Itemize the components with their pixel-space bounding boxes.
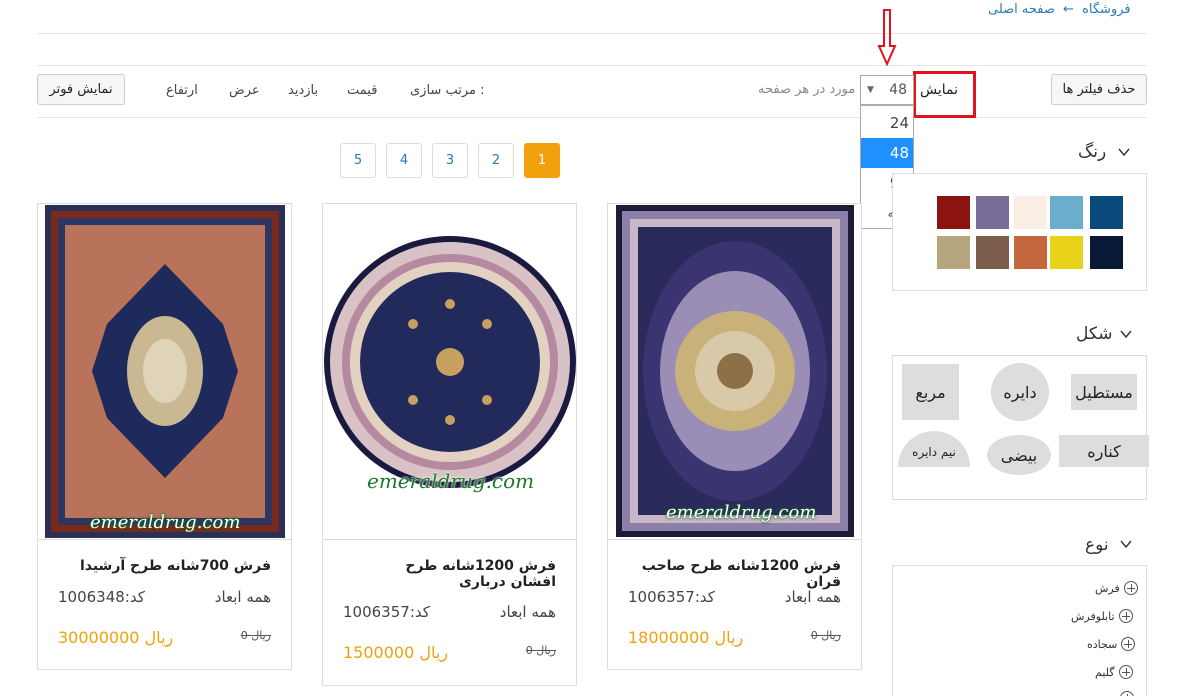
type-filter-title[interactable]: نوع [1085,535,1109,555]
color-swatch[interactable] [1050,196,1083,229]
show-footer-button[interactable]: نمایش فوتر [37,74,125,105]
annotation-arrow-icon [877,9,897,66]
color-filter-panel [892,173,1147,291]
per-page-suffix: مورد در هر صفحه [758,82,856,97]
page-button[interactable]: 5 [340,143,376,178]
divider [37,65,1147,66]
product-card[interactable]: emeraldrug.com فرش 1200شانه طرح افشان در… [322,203,577,686]
chevron-down-icon[interactable] [1120,538,1132,550]
chevron-down-icon: ▼ [867,85,874,95]
product-code: کد:1006357 [628,588,715,606]
type-item[interactable]: فرش [1095,581,1183,595]
product-old-price: 0 ریال [240,629,271,642]
color-swatch[interactable] [1014,236,1047,269]
per-page-value: 48 [889,82,907,98]
page-button[interactable]: 1 [524,143,560,178]
sort-option-width[interactable]: عرض [229,83,260,98]
breadcrumb: فروشگاه ← صفحه اصلی [988,2,1131,17]
sort-label: مرتب سازی : [410,83,485,98]
product-title[interactable]: فرش 700شانه طرح آرشیدا [51,558,271,574]
page-button[interactable]: 2 [478,143,514,178]
product-code: کد:1006357 [343,603,430,621]
product-dimensions: همه ابعاد [784,588,841,606]
color-swatch[interactable] [937,196,970,229]
divider [37,33,1147,34]
color-swatch[interactable] [1090,196,1123,229]
plus-icon[interactable] [1118,609,1133,623]
breadcrumb-arrow: ← [1063,2,1074,17]
breadcrumb-home[interactable]: صفحه اصلی [988,2,1055,17]
product-price: 30000000 ریال [58,628,174,647]
sort-option-views[interactable]: بازدید [288,83,318,98]
shape-square[interactable]: مربع [902,364,959,420]
type-item[interactable] [1120,691,1183,696]
type-item[interactable]: گلیم [1095,665,1183,679]
page-button[interactable]: 3 [432,143,468,178]
shape-runner[interactable]: کناره [1059,435,1149,467]
per-page-option[interactable]: 48 [861,138,913,168]
color-swatch[interactable] [937,236,970,269]
product-title[interactable]: فرش 1200شانه طرح افشان درباری [356,558,556,590]
type-item-label: گلیم [1095,665,1115,679]
product-price: 18000000 ریال [628,628,744,647]
product-dimensions: همه ابعاد [214,588,271,606]
product-title[interactable]: فرش 1200شانه طرح صاحب قران [621,558,841,590]
chevron-down-icon[interactable] [1118,146,1130,158]
color-filter-title[interactable]: رنگ [1078,142,1106,162]
plus-icon[interactable] [1120,691,1134,696]
type-item[interactable]: سجاده [1087,637,1183,651]
shape-circle[interactable]: دایره [991,363,1049,421]
color-swatch[interactable] [1090,236,1123,269]
product-code: کد:1006348 [58,588,145,606]
chevron-down-icon[interactable] [1120,328,1132,340]
watermark-text: emeraldrug.com [90,512,241,533]
divider [37,117,1147,118]
sort-option-height[interactable]: ارتفاع [166,83,198,98]
rug-image [45,205,285,538]
plus-icon[interactable] [1123,581,1138,595]
shape-oval[interactable]: بیضی [987,435,1051,475]
rug-image [616,205,854,537]
clear-filters-button[interactable]: حذف فیلتر ها [1051,74,1147,105]
type-item-label: تابلوفرش [1071,609,1115,623]
shape-rectangle[interactable]: مستطیل [1071,374,1137,410]
page-button[interactable]: 4 [386,143,422,178]
product-dimensions: همه ابعاد [499,603,556,621]
breadcrumb-current[interactable]: فروشگاه [1082,2,1131,17]
shape-filter-title[interactable]: شکل [1076,324,1113,344]
color-swatch[interactable] [1014,196,1047,229]
highlight-box [913,71,976,118]
per-page-select[interactable]: ▼ 48 [860,75,914,105]
product-price: 1500000 ریال [343,643,449,662]
product-image[interactable]: emeraldrug.com [608,204,861,540]
watermark-text: emeraldrug.com [367,469,535,493]
product-old-price: 0 ریال [525,644,556,657]
product-card[interactable]: emeraldrug.com فرش 700شانه طرح آرشیدا هم… [37,203,292,670]
type-item-label: سجاده [1087,637,1118,651]
type-item[interactable]: تابلوفرش [1071,609,1183,623]
plus-icon[interactable] [1118,665,1133,679]
watermark-text: emeraldrug.com [666,502,817,523]
type-item-label: فرش [1095,581,1120,595]
product-old-price: 0 ریال [810,629,841,642]
product-card[interactable]: emeraldrug.com فرش 1200شانه طرح صاحب قرا… [607,203,862,670]
sort-option-price[interactable]: قیمت [347,83,377,98]
product-image[interactable]: emeraldrug.com [323,204,576,540]
color-swatch[interactable] [976,236,1009,269]
plus-icon[interactable] [1121,637,1136,651]
color-swatch[interactable] [1050,236,1083,269]
color-swatch[interactable] [976,196,1009,229]
product-image[interactable]: emeraldrug.com [38,204,291,540]
per-page-option[interactable]: 24 [861,108,913,138]
